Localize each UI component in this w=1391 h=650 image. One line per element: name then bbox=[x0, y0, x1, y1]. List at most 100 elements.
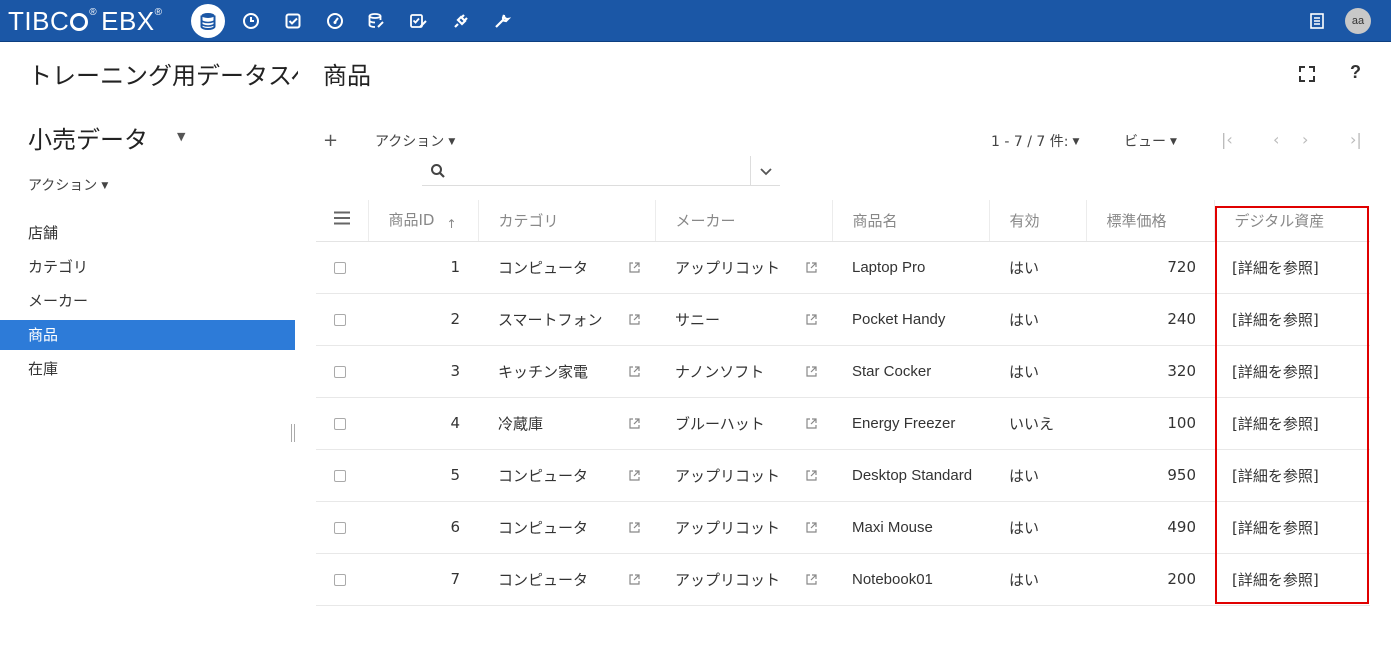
row-checkbox-cell bbox=[316, 293, 368, 346]
external-link-icon[interactable] bbox=[628, 313, 641, 326]
data-model-icon[interactable] bbox=[364, 9, 388, 33]
external-link-icon[interactable] bbox=[628, 573, 641, 586]
breadcrumb-dataspace[interactable]: トレーニング用データスペ bbox=[28, 56, 298, 91]
fullscreen-icon[interactable] bbox=[1297, 64, 1317, 84]
chevron-down-icon[interactable]: ▼ bbox=[177, 130, 185, 143]
digital-asset-cell: [詳細を参照] bbox=[1214, 553, 1370, 606]
row-checkbox[interactable] bbox=[334, 365, 346, 378]
table-navigation-list: 店舗 カテゴリ メーカー 商品 在庫 bbox=[0, 216, 295, 386]
sidebar-item-inventory[interactable]: 在庫 bbox=[0, 352, 295, 386]
table-actions-label: アクション bbox=[375, 134, 445, 150]
digital-asset-cell: [詳細を参照] bbox=[1214, 449, 1370, 502]
table-row[interactable]: 5 コンピュータ アップリコット Desktop Standard はい 950… bbox=[316, 449, 1370, 502]
external-link-icon[interactable] bbox=[628, 469, 641, 482]
column-header-standard-price[interactable]: 標準価格 bbox=[1085, 200, 1214, 242]
caret-down-icon: ▼ bbox=[1170, 137, 1177, 147]
last-page-button[interactable]: ›| bbox=[1350, 130, 1362, 149]
digital-asset-link[interactable]: [詳細を参照] bbox=[1232, 259, 1319, 277]
column-menu-header[interactable] bbox=[316, 200, 368, 242]
column-header-maker[interactable]: メーカー bbox=[654, 200, 832, 242]
external-link-icon[interactable] bbox=[628, 417, 641, 430]
external-link-icon[interactable] bbox=[805, 573, 818, 586]
table-row[interactable]: 7 コンピュータ アップリコット Notebook01 はい 200 [詳細を参… bbox=[316, 553, 1370, 606]
row-checkbox[interactable] bbox=[334, 469, 346, 482]
external-link-icon[interactable] bbox=[805, 417, 818, 430]
sidebar-item-product[interactable]: 商品 bbox=[0, 320, 295, 350]
product-name-cell: Laptop Pro bbox=[832, 241, 989, 294]
list-icon[interactable] bbox=[1305, 9, 1329, 33]
digital-asset-link[interactable]: [詳細を参照] bbox=[1232, 571, 1319, 589]
digital-asset-link[interactable]: [詳細を参照] bbox=[1232, 519, 1319, 537]
add-record-button[interactable]: + bbox=[323, 130, 338, 151]
panel-splitter[interactable] bbox=[291, 424, 295, 442]
sidebar-item-store[interactable]: 店舗 bbox=[0, 216, 295, 250]
dashboard-icon[interactable] bbox=[323, 9, 347, 33]
table-row[interactable]: 3 キッチン家電 ナノンソフト Star Cocker はい 320 [詳細を参… bbox=[316, 345, 1370, 398]
category-cell: キッチン家電 bbox=[478, 345, 655, 398]
column-header-category[interactable]: カテゴリ bbox=[477, 200, 655, 242]
sort-ascending-icon[interactable]: ↑ bbox=[446, 217, 456, 231]
product-name-cell: Maxi Mouse bbox=[832, 501, 989, 554]
table-row[interactable]: 1 コンピュータ アップリコット Laptop Pro はい 720 [詳細を参… bbox=[316, 241, 1370, 294]
external-link-icon[interactable] bbox=[628, 261, 641, 274]
sidebar-item-category[interactable]: カテゴリ bbox=[0, 250, 295, 284]
category-value: コンピュータ bbox=[498, 570, 589, 589]
pagination-count-label: 1 - 7 / 7 件: bbox=[991, 134, 1069, 150]
category-cell: コンピュータ bbox=[478, 241, 655, 294]
column-header-digital-asset[interactable]: デジタル資産 bbox=[1213, 200, 1370, 242]
database-icon[interactable] bbox=[191, 4, 225, 38]
digital-asset-cell: [詳細を参照] bbox=[1214, 241, 1370, 294]
external-link-icon[interactable] bbox=[805, 313, 818, 326]
wrench-icon[interactable] bbox=[490, 9, 514, 33]
row-checkbox-cell bbox=[316, 345, 368, 398]
previous-page-button[interactable]: ‹ bbox=[1273, 130, 1279, 149]
row-checkbox[interactable] bbox=[334, 573, 346, 586]
table-row[interactable]: 6 コンピュータ アップリコット Maxi Mouse はい 490 [詳細を参… bbox=[316, 501, 1370, 554]
product-name-cell: Energy Freezer bbox=[832, 397, 989, 450]
sidebar-actions-menu[interactable]: アクション ▼ bbox=[28, 175, 108, 195]
view-menu[interactable]: ビュー ▼ bbox=[1124, 131, 1177, 151]
menu-icon[interactable] bbox=[334, 211, 350, 225]
external-link-icon[interactable] bbox=[628, 521, 641, 534]
row-checkbox[interactable] bbox=[334, 417, 346, 430]
row-checkbox-cell bbox=[316, 553, 368, 606]
first-page-button[interactable]: |‹ bbox=[1221, 130, 1233, 149]
column-header-valid[interactable]: 有効 bbox=[988, 200, 1086, 242]
product-id-cell: 6 bbox=[368, 501, 478, 554]
dataset-selector[interactable]: 小売データ bbox=[28, 120, 148, 155]
category-cell: コンピュータ bbox=[478, 553, 655, 606]
workflow-icon[interactable] bbox=[406, 9, 430, 33]
plug-icon[interactable] bbox=[449, 9, 473, 33]
row-checkbox[interactable] bbox=[334, 313, 346, 326]
sidebar-item-maker[interactable]: メーカー bbox=[0, 284, 295, 318]
row-checkbox[interactable] bbox=[334, 261, 346, 274]
column-header-product-id[interactable]: 商品ID ↑ bbox=[367, 200, 478, 242]
clock-icon[interactable] bbox=[239, 9, 263, 33]
external-link-icon[interactable] bbox=[805, 261, 818, 274]
search-input[interactable] bbox=[454, 159, 744, 183]
row-checkbox[interactable] bbox=[334, 521, 346, 534]
maker-cell: アップリコット bbox=[655, 449, 832, 502]
help-icon[interactable]: ? bbox=[1350, 62, 1361, 83]
table-row[interactable]: 4 冷蔵庫 ブルーハット Energy Freezer いいえ 100 [詳細を… bbox=[316, 397, 1370, 450]
table-actions-menu[interactable]: アクション ▼ bbox=[375, 131, 455, 151]
digital-asset-link[interactable]: [詳細を参照] bbox=[1232, 467, 1319, 485]
product-id-cell: 3 bbox=[368, 345, 478, 398]
pagination-count-menu[interactable]: 1 - 7 / 7 件: ▼ bbox=[991, 131, 1079, 151]
external-link-icon[interactable] bbox=[805, 521, 818, 534]
tibco-ebx-logo[interactable]: TIBC ® EBX® bbox=[8, 6, 163, 36]
digital-asset-link[interactable]: [詳細を参照] bbox=[1232, 363, 1319, 381]
task-check-icon[interactable] bbox=[281, 9, 305, 33]
digital-asset-link[interactable]: [詳細を参照] bbox=[1232, 311, 1319, 329]
digital-asset-link[interactable]: [詳細を参照] bbox=[1232, 415, 1319, 433]
external-link-icon[interactable] bbox=[805, 365, 818, 378]
avatar[interactable]: aa bbox=[1345, 8, 1371, 34]
next-page-button[interactable]: › bbox=[1302, 130, 1308, 149]
external-link-icon[interactable] bbox=[628, 365, 641, 378]
column-header-product-name[interactable]: 商品名 bbox=[831, 200, 989, 242]
external-link-icon[interactable] bbox=[805, 469, 818, 482]
search-options-toggle[interactable] bbox=[750, 156, 780, 186]
maker-value: サニー bbox=[675, 310, 721, 329]
maker-value: アップリコット bbox=[675, 570, 781, 589]
table-row[interactable]: 2 スマートフォン サニー Pocket Handy はい 240 [詳細を参照… bbox=[316, 293, 1370, 346]
